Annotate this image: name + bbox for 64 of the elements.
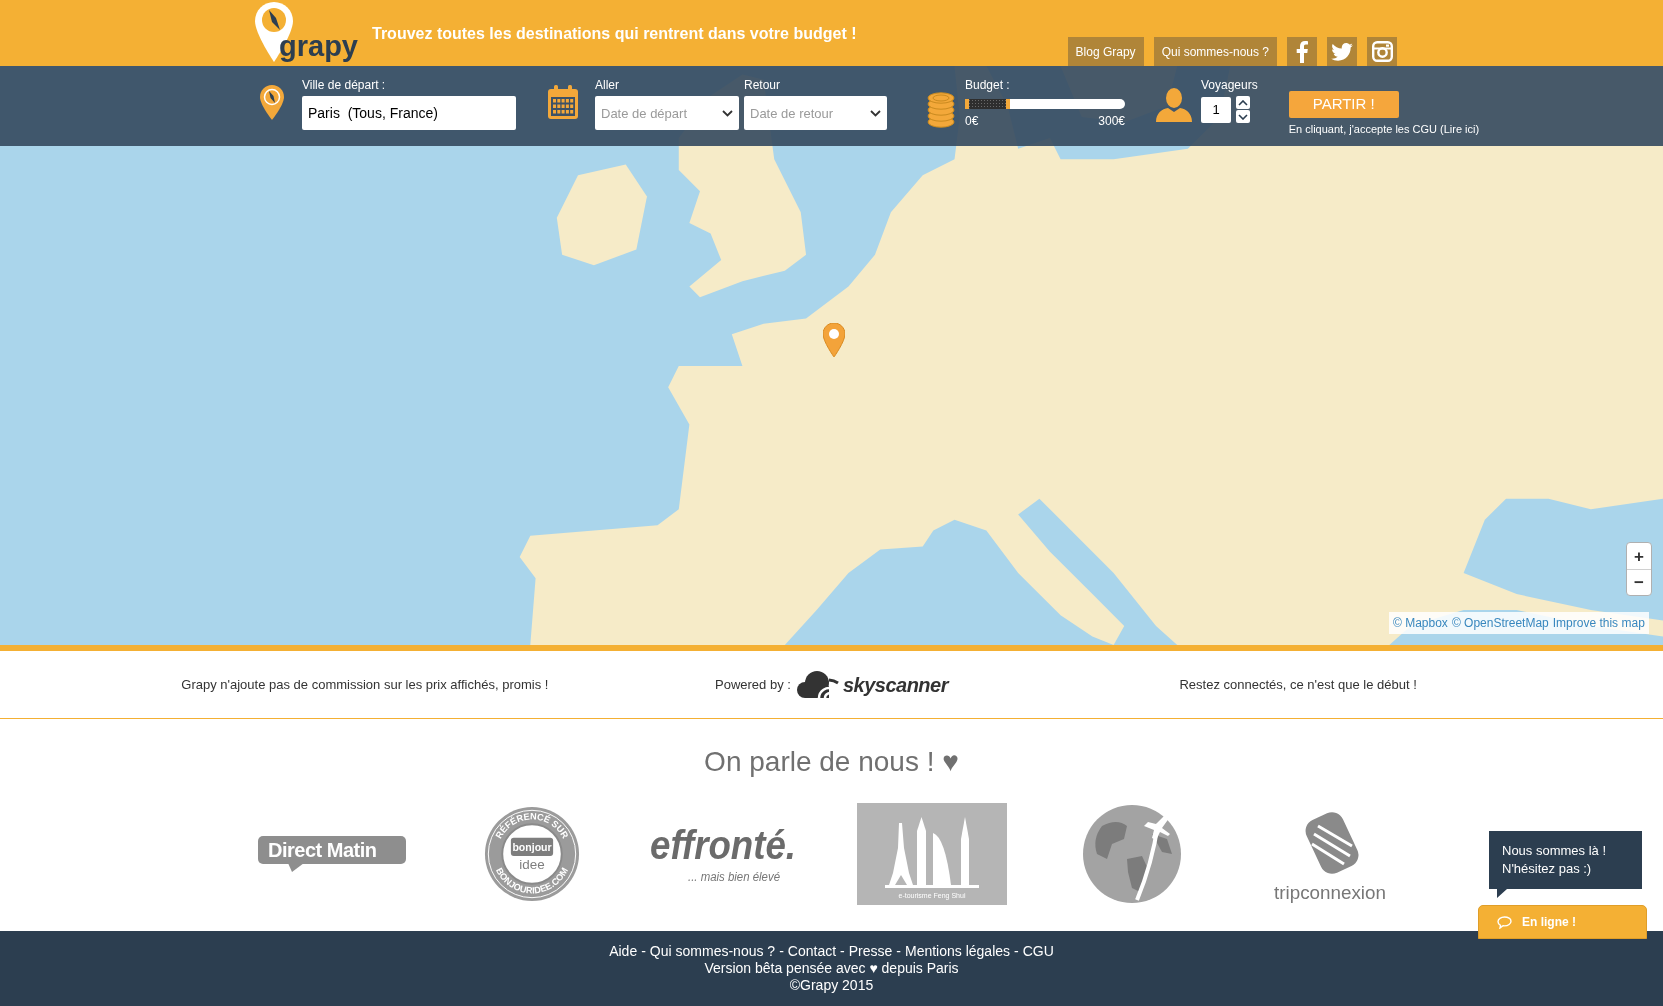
logo-wordmark[interactable]: grapy	[279, 31, 358, 61]
speech-badge-logo: Direct Matin	[257, 836, 406, 872]
increase-button[interactable]	[1236, 96, 1250, 109]
info-text: Restez connectés, ce n'est que le début !	[1178, 675, 1418, 694]
date-select[interactable]: Date de départ	[595, 96, 739, 130]
footer-link[interactable]: Presse	[848, 943, 893, 960]
field-label: Voyageurs	[1201, 78, 1258, 92]
separator-text: -	[1014, 943, 1019, 960]
section-title: On parle de nous ! ♥	[704, 745, 959, 779]
travelers-input[interactable]: 1	[1201, 96, 1231, 123]
chevron-down-icon	[1238, 113, 1248, 120]
departure-input[interactable]: Paris (Tous, France)	[302, 96, 516, 130]
location-pin-icon	[260, 85, 284, 120]
date-select[interactable]: Date de retour	[744, 96, 887, 130]
attribution-link[interactable]: © OpenStreetMap	[1451, 614, 1549, 632]
globe-plane-icon	[1081, 804, 1182, 904]
separator-text: -	[779, 943, 784, 960]
field-label: Retour	[744, 78, 782, 92]
powered-by-text: Powered by :	[715, 675, 791, 694]
range-min-text: 0€	[965, 114, 979, 128]
range-max-text: 300€	[1098, 114, 1125, 128]
footer-link[interactable]: Mentions légales	[905, 943, 1011, 960]
footer-link[interactable]: Qui sommes-nous ?	[649, 943, 776, 960]
chevron-up-icon	[1238, 99, 1248, 106]
partner-wordmark: skyscanner	[842, 672, 948, 698]
terms-note: En cliquant, j'accepte les CGU (Lire ici)	[1288, 123, 1480, 136]
credit-text: Version bêta pensée avec ♥ depuis Paris	[704, 960, 959, 977]
footer-link[interactable]: CGU	[1022, 943, 1054, 960]
facebook-icon	[1296, 40, 1308, 63]
zoom-out-button[interactable]: −	[1627, 569, 1651, 595]
social-button[interactable]	[1367, 37, 1397, 66]
footer-link[interactable]: Aide	[609, 943, 638, 960]
instagram-icon	[1371, 41, 1393, 62]
coin-stack-icon	[927, 90, 955, 128]
field-label: Ville de départ :	[302, 78, 387, 92]
separator-text: -	[641, 943, 646, 960]
field-label: Budget :	[965, 78, 1011, 92]
decrease-button[interactable]	[1236, 110, 1250, 123]
chevron-down-icon	[870, 110, 881, 117]
script-wordmark-logo: effronté. ... mais bien élevé	[645, 819, 818, 889]
speech-bubble-icon	[1497, 915, 1512, 929]
copyright-text: ©Grapy 2015	[789, 977, 874, 994]
person-icon	[1156, 88, 1192, 122]
social-button[interactable]	[1327, 37, 1357, 66]
zoom-in-button[interactable]: +	[1627, 543, 1651, 569]
slider-handle[interactable]	[965, 99, 969, 109]
calendar-icon	[548, 85, 578, 119]
separator-text: -	[896, 943, 901, 960]
separator-text: -	[840, 943, 845, 960]
field-label: Aller	[595, 78, 620, 92]
tagline-text: Trouvez toutes les destinations qui rentrent dans votre budget !	[372, 24, 857, 44]
chat-bubble: Nous sommes là ! N'hésitez pas :)	[1489, 831, 1642, 898]
attribution-link[interactable]: © Mapbox	[1393, 614, 1448, 632]
map-marker-icon[interactable]	[823, 323, 845, 357]
cloud-logo-icon	[794, 669, 839, 700]
twitter-icon	[1331, 42, 1353, 61]
footer-link[interactable]: Contact	[787, 943, 837, 960]
info-text: Grapy n'ajoute pas de commission sur les prix affichés, promis !	[180, 675, 550, 694]
knot-wordmark-logo: tripconnexion	[1269, 804, 1394, 904]
slider-handle[interactable]	[1005, 99, 1010, 109]
attribution-link[interactable]: Improve this map	[1552, 614, 1645, 632]
budget-slider-track[interactable]	[965, 99, 1125, 109]
chevron-down-icon	[722, 110, 733, 117]
social-button[interactable]	[1287, 37, 1317, 66]
